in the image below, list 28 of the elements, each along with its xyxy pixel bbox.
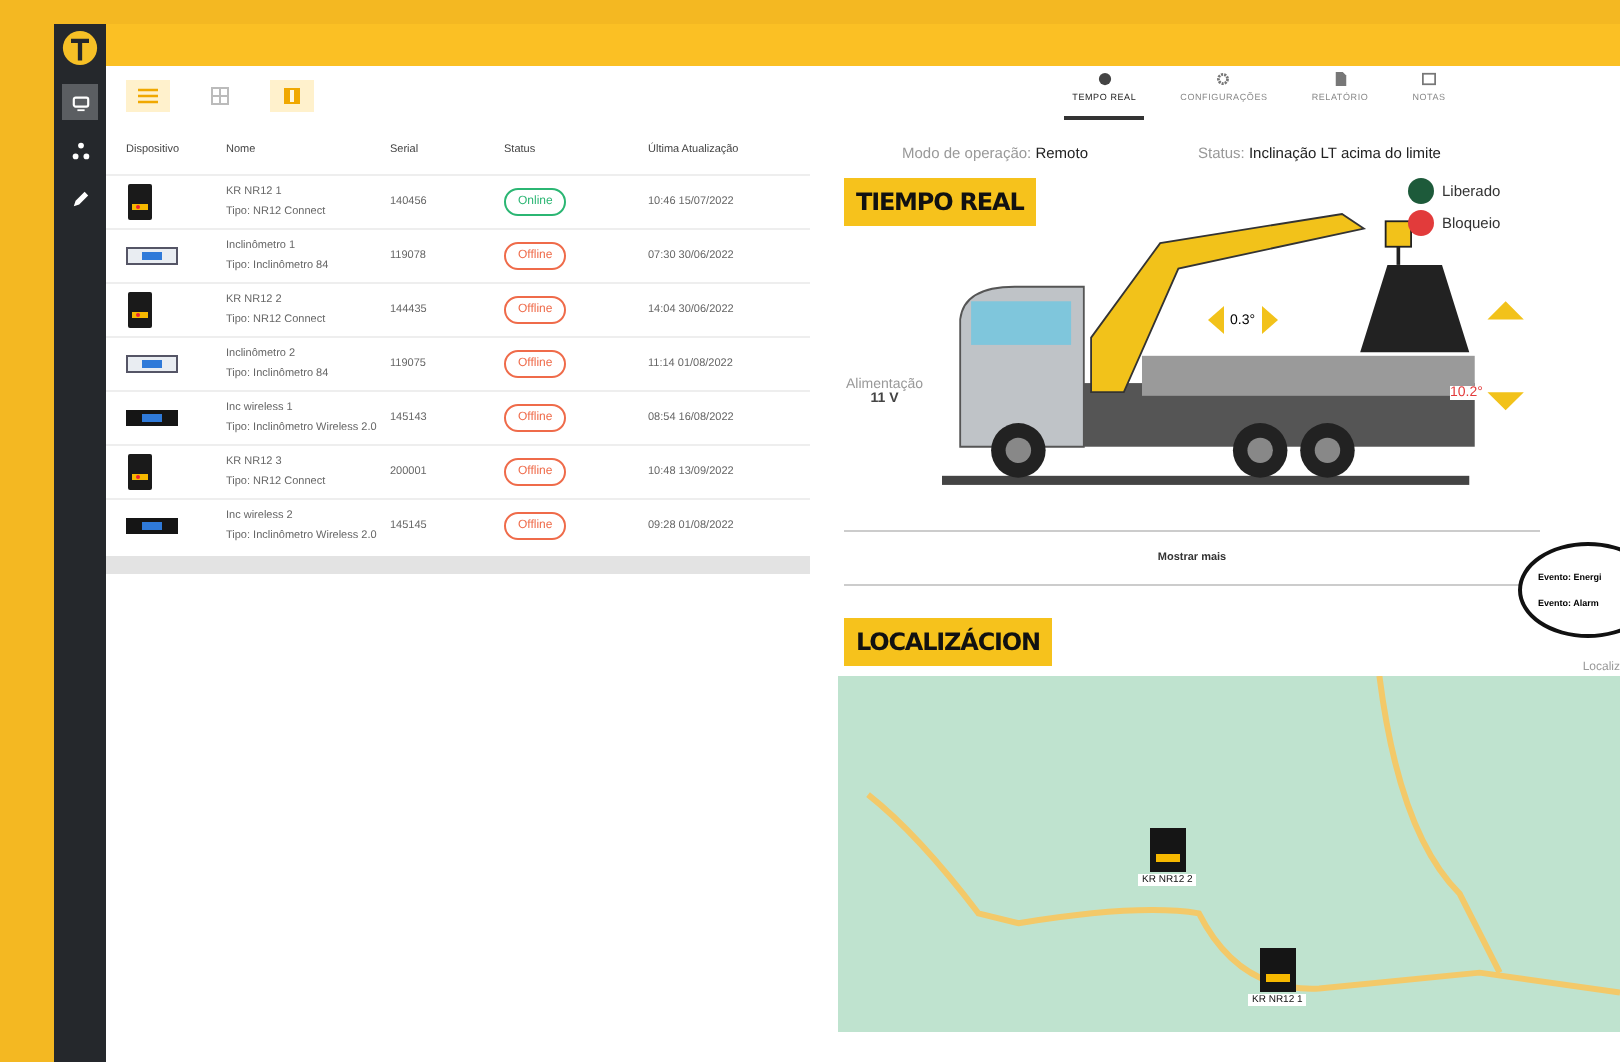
- document-icon: [1333, 72, 1347, 86]
- view-toggle-button[interactable]: [126, 80, 170, 112]
- controller-device-icon: [126, 182, 154, 222]
- gauge-icon: [1097, 72, 1112, 86]
- scrollbar[interactable]: [106, 556, 810, 574]
- monitor-icon: [71, 93, 89, 111]
- device-marker-icon[interactable]: [1257, 946, 1298, 994]
- controller-device-icon: [126, 452, 154, 492]
- controller-device-icon: [126, 290, 154, 330]
- section-heading: TIEMPO REAL: [844, 178, 1036, 226]
- map-icon: [282, 86, 302, 106]
- list-icon: [138, 88, 158, 104]
- left-arrow-icon: [1208, 306, 1224, 334]
- device-marker-icon[interactable]: [1147, 826, 1188, 874]
- sensor-device-icon: [126, 246, 178, 266]
- logo-icon: [62, 30, 98, 66]
- grid-icon: [210, 86, 230, 106]
- settings-icon: [1216, 72, 1231, 86]
- nodes-icon: [71, 141, 89, 159]
- sensor-device-icon: [126, 354, 178, 374]
- note-icon: [1422, 72, 1437, 86]
- sensor-device-icon: [126, 516, 178, 536]
- sensor-device-icon: [126, 408, 178, 428]
- section-heading: LOCALIZÁCION: [844, 618, 1052, 666]
- sidebar-item[interactable]: [62, 84, 98, 120]
- view-toggle-button[interactable]: [270, 80, 314, 112]
- right-arrow-icon: [1261, 306, 1278, 334]
- pencil-icon: [71, 189, 89, 207]
